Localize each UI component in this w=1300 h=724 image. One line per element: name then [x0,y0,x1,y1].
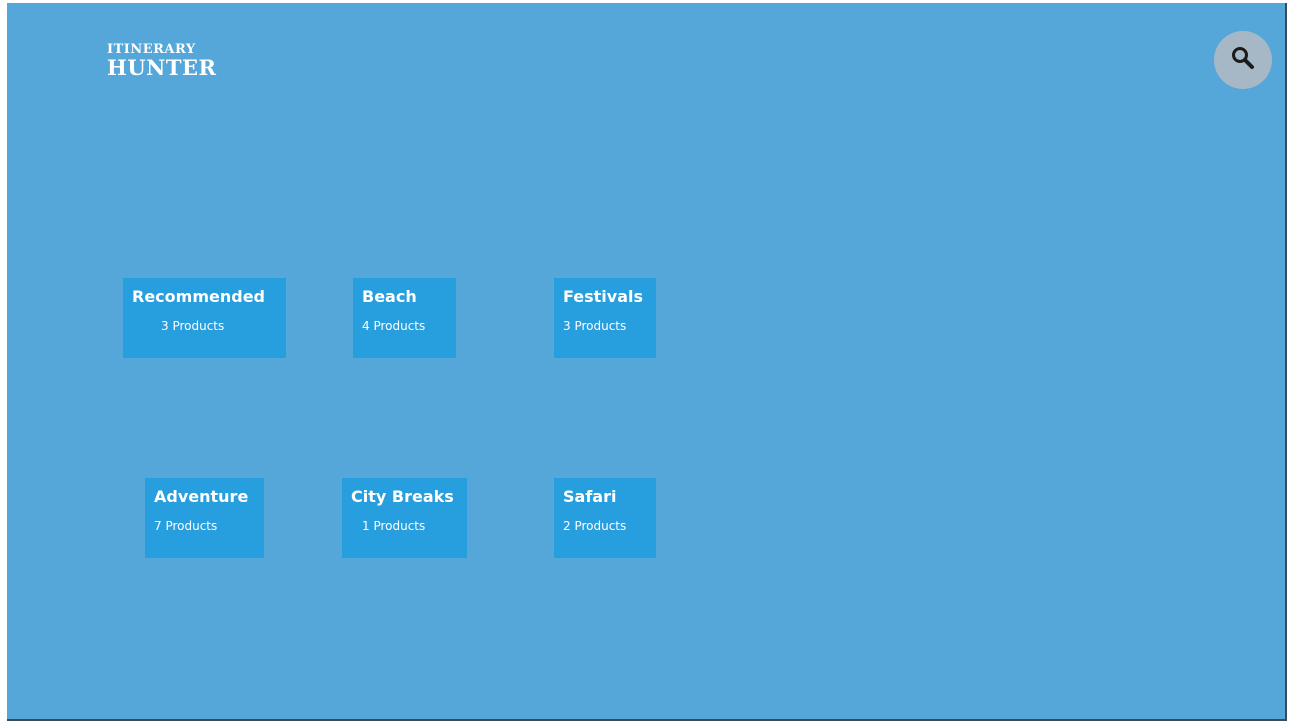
search-icon [1230,45,1256,75]
category-tile-beach[interactable]: Beach 4 Products [353,278,456,358]
category-tile-city-breaks[interactable]: City Breaks 1 Products [342,478,467,558]
app-window: ITINERARY HUNTER Recommended 3 Products … [7,3,1287,721]
category-title: City Breaks [351,487,454,506]
category-count: 3 Products [563,319,627,333]
category-title: Festivals [563,287,644,306]
category-count: 2 Products [563,519,627,533]
category-count: 4 Products [362,319,426,333]
category-title: Safari [563,487,617,506]
category-title: Adventure [154,487,249,506]
logo-line-2: HUNTER [107,55,217,80]
category-tile-recommended[interactable]: Recommended 3 Products [123,278,286,358]
category-count: 7 Products [154,519,218,533]
logo[interactable]: ITINERARY HUNTER [107,43,216,78]
category-count: 3 Products [161,319,225,333]
search-button[interactable] [1214,31,1272,89]
category-tile-festivals[interactable]: Festivals 3 Products [554,278,656,358]
category-tile-adventure[interactable]: Adventure 7 Products [145,478,264,558]
category-tile-safari[interactable]: Safari 2 Products [554,478,656,558]
category-count: 1 Products [362,519,426,533]
category-title: Beach [362,287,417,306]
category-title: Recommended [132,287,265,306]
